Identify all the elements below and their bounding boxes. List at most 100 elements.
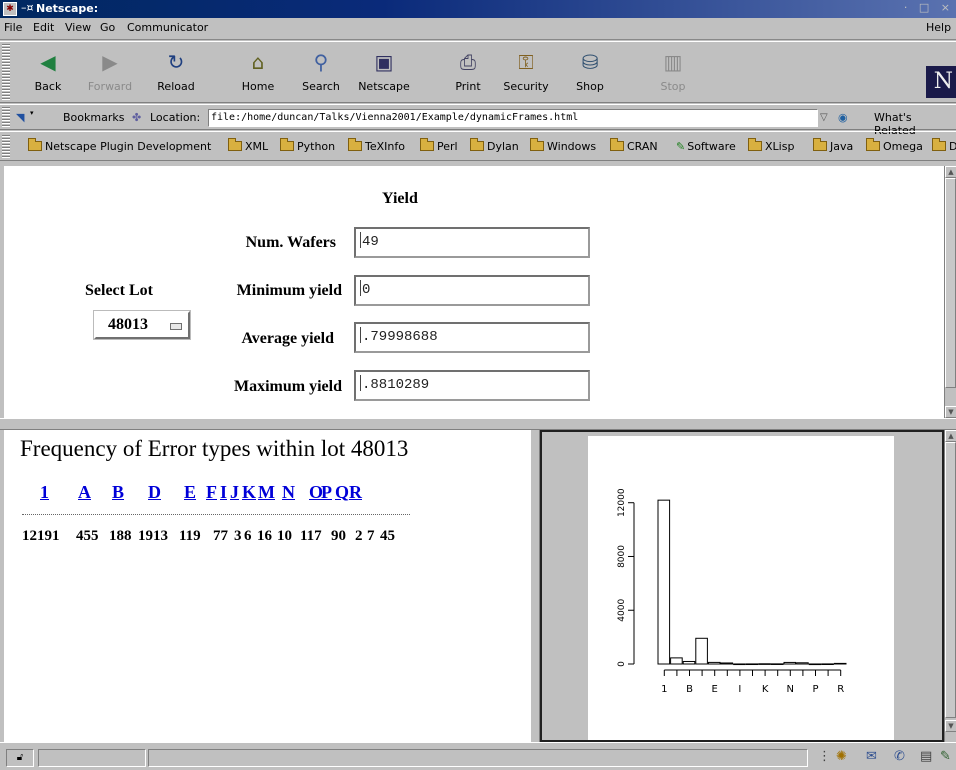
error-type-link-a[interactable]: A — [78, 482, 91, 503]
stop-label: Stop — [660, 80, 686, 93]
error-count-k: 16 — [257, 528, 272, 544]
netscape-button[interactable]: ▣ Netscape — [356, 46, 412, 102]
num-wafers-field[interactable]: 49 — [354, 227, 590, 258]
menu-go[interactable]: Go — [100, 21, 115, 34]
forward-label: Forward — [87, 80, 133, 93]
yield-frame: Yield Num. Wafers 49 Select Lot Minimum … — [4, 166, 944, 418]
error-type-link-d[interactable]: D — [148, 482, 161, 503]
menu-file[interactable]: File — [4, 21, 22, 34]
top-frame-scrollbar[interactable]: ▲ ▼ — [944, 166, 956, 418]
bookmark-cran[interactable]: CRAN — [610, 138, 658, 153]
mail-icon[interactable]: ✉ — [866, 749, 877, 764]
bookmark-label: Netscape Plugin Development — [45, 140, 212, 153]
toolbar-grip[interactable] — [2, 44, 10, 100]
text-caret — [360, 327, 361, 343]
error-type-link-k[interactable]: K — [242, 482, 256, 503]
url-dropdown-icon[interactable]: ▽ — [820, 110, 834, 126]
home-button[interactable]: ⌂ Home — [230, 46, 286, 102]
scroll-thumb[interactable] — [945, 442, 956, 718]
scroll-up-icon[interactable]: ▲ — [945, 430, 956, 442]
average-yield-field[interactable]: .79998688 — [354, 322, 590, 353]
bookmark-label: XML — [245, 140, 269, 153]
bookmark-dylan[interactable]: Dylan — [470, 138, 519, 153]
error-count-i: 3 — [234, 528, 242, 544]
error-type-link-r[interactable]: R — [349, 482, 362, 503]
minimum-yield-field[interactable]: 0 — [354, 275, 590, 306]
back-button[interactable]: ◀ Back — [20, 46, 76, 102]
scroll-down-icon[interactable]: ▼ — [945, 406, 956, 418]
bookmark-java[interactable]: Java — [813, 138, 853, 153]
window-title-bar[interactable]: ✱ –¤ Netscape: · □ × — [0, 0, 956, 18]
forward-button[interactable]: ▶ Forward — [82, 46, 138, 102]
error-type-link-e[interactable]: E — [184, 482, 196, 503]
bookmark-perl[interactable]: Perl — [420, 138, 458, 153]
composer-icon[interactable]: ▤ — [920, 749, 932, 764]
lot-select[interactable]: 48013 — [93, 310, 191, 340]
x-tick-label-i: I — [738, 684, 741, 695]
plot-frame: 0 4000 8000 12000 1 B E I K N P R — [540, 430, 944, 742]
search-icon: ⚲ — [313, 50, 329, 74]
bookmark-software[interactable]: ✎ Software — [676, 140, 736, 153]
bookmarks-button[interactable]: Bookmarks — [63, 111, 124, 124]
menu-view[interactable]: View — [65, 21, 91, 34]
security-lock-icon[interactable]: 🔓︎ — [6, 749, 34, 767]
window-controls[interactable]: · □ × — [904, 1, 954, 14]
frequency-frame: Frequency of Error types within lot 4801… — [4, 430, 530, 742]
bookmark-label: Dylan — [487, 140, 519, 153]
error-type-link-b[interactable]: B — [112, 482, 124, 503]
shop-button[interactable]: ⛁ Shop — [562, 46, 618, 102]
bookmark-texinfo[interactable]: TeXInfo — [348, 138, 405, 153]
print-button[interactable]: ⎙ Print — [440, 46, 496, 102]
scroll-down-icon[interactable]: ▼ — [945, 720, 956, 732]
text-caret — [360, 280, 361, 296]
error-type-link-1[interactable]: 1 — [40, 482, 49, 503]
navigator-icon[interactable]: ✺ — [836, 749, 847, 764]
bookmark-windows[interactable]: Windows — [530, 138, 597, 153]
reload-button[interactable]: ↻ Reload — [148, 46, 204, 102]
folder-icon — [280, 138, 294, 151]
bar-b — [682, 660, 696, 665]
scroll-thumb[interactable] — [945, 178, 956, 388]
bookmark-label: Windows — [547, 140, 597, 153]
bookmark-python[interactable]: Python — [280, 138, 335, 153]
maximum-yield-field[interactable]: .8810289 — [354, 370, 590, 401]
bookmark-omega[interactable]: Omega — [866, 138, 923, 153]
bottom-frame-scrollbar[interactable]: ▲ ▼ — [944, 430, 956, 742]
error-type-link-m[interactable]: M — [258, 482, 275, 503]
bookmark-xlisp[interactable]: XLisp — [748, 138, 794, 153]
personal-grip[interactable] — [2, 134, 10, 158]
frame-divider-vertical[interactable] — [530, 430, 540, 742]
newsgroups-icon[interactable]: ✆ — [894, 749, 905, 764]
location-grip[interactable] — [2, 107, 10, 127]
location-icon[interactable]: ✤ — [132, 111, 141, 124]
stop-button[interactable]: ▥ Stop — [645, 46, 701, 102]
menu-help[interactable]: Help — [926, 21, 951, 34]
error-type-link-q[interactable]: Q — [335, 482, 349, 503]
error-count-1: 12191 — [22, 528, 60, 544]
search-button[interactable]: ⚲ Search — [293, 46, 349, 102]
bookmark-xml[interactable]: XML — [228, 138, 269, 153]
folder-icon — [748, 138, 762, 151]
window-menu-icon[interactable]: –¤ — [21, 1, 34, 14]
error-type-link-n[interactable]: N — [282, 482, 295, 503]
menu-edit[interactable]: Edit — [33, 21, 54, 34]
scroll-up-icon[interactable]: ▲ — [945, 166, 956, 178]
netscape-logo[interactable]: N — [926, 66, 956, 98]
menu-communicator[interactable]: Communicator — [127, 21, 208, 34]
error-type-link-f[interactable]: F — [206, 482, 217, 503]
frame-divider-horizontal[interactable] — [0, 418, 956, 430]
error-type-link-p[interactable]: P — [321, 482, 332, 503]
security-button[interactable]: ⚿ Security — [498, 46, 554, 102]
error-type-link-i[interactable]: I — [220, 482, 227, 503]
bookmark-netscape-plugin-development[interactable]: Netscape Plugin Development — [28, 138, 212, 153]
error-count-q: 7 — [367, 528, 375, 544]
progress-area — [38, 749, 146, 767]
bookmark-d[interactable]: D — [932, 138, 956, 153]
url-input[interactable]: file:/home/duncan/Talks/Vienna2001/Examp… — [208, 109, 818, 127]
address-book-icon[interactable]: ✎ — [940, 749, 951, 764]
netscape-window-icon[interactable]: ✱ — [3, 2, 17, 16]
bookmarks-icon[interactable]: ◥ — [16, 111, 24, 124]
whats-related-icon[interactable]: ◉ — [838, 111, 848, 124]
select-lot-label: Select Lot — [85, 282, 153, 299]
error-type-link-j[interactable]: J — [230, 482, 239, 503]
